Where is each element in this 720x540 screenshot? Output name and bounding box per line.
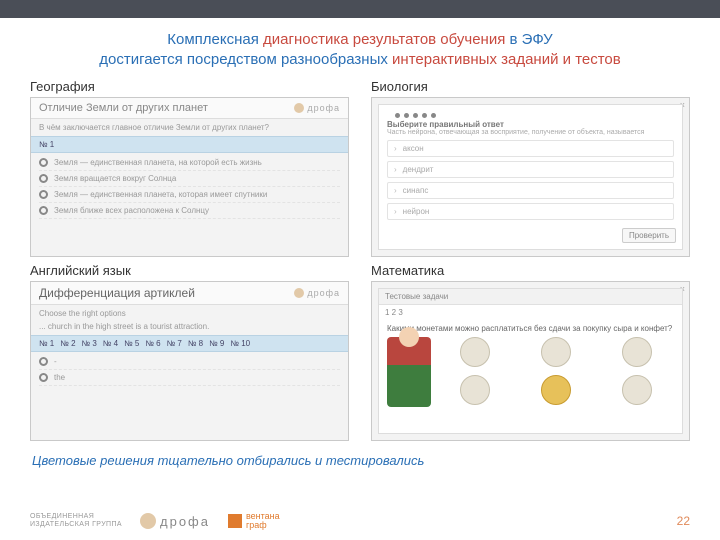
bio-option[interactable]: ›синапс <box>387 182 674 199</box>
eng-tab[interactable]: № 4 <box>103 339 118 348</box>
radio-icon <box>39 206 48 215</box>
title-part: диагностика результатов обучения <box>263 31 509 48</box>
title-part: Комплексная <box>167 31 263 48</box>
eng-cell: Английский язык Дифференциация артиклей … <box>30 263 349 441</box>
radio-icon <box>39 190 48 199</box>
coin-icon[interactable] <box>460 375 490 405</box>
eng-tab[interactable]: № 6 <box>145 339 160 348</box>
radio-icon <box>39 158 48 167</box>
math-top: Тестовые задачи <box>379 289 682 305</box>
bio-label: Биология <box>371 79 690 94</box>
bio-panel: × Выберите правильный ответ Часть нейрон… <box>371 97 690 257</box>
chevron-icon: › <box>394 186 397 195</box>
bio-cell: Биология × Выберите правильный ответ Час… <box>371 79 690 257</box>
top-bar <box>0 0 720 18</box>
bio-body: Выберите правильный ответ Часть нейрона,… <box>378 104 683 250</box>
eng-tab[interactable]: № 3 <box>82 339 97 348</box>
bio-instruction: Выберите правильный ответ <box>387 120 674 129</box>
drofa-brand: дрофа <box>140 513 210 529</box>
title-part: достигается посредством разнообразных <box>99 51 392 68</box>
page-number: 22 <box>677 514 690 528</box>
bio-option[interactable]: ›аксон <box>387 140 674 157</box>
geo-option[interactable]: Земля — единственная планета, которая им… <box>39 187 340 203</box>
coin-icon[interactable] <box>460 337 490 367</box>
geo-header: Отличие Земли от других планет дрофа <box>31 98 348 119</box>
slide-content: Комплексная диагностика результатов обуч… <box>0 18 720 468</box>
geo-question: В чём заключается главное отличие Земли … <box>31 119 348 136</box>
eng-panel: Дифференциация артиклей дрофа Choose the… <box>30 281 349 441</box>
coin-icon[interactable] <box>622 337 652 367</box>
math-body: Тестовые задачи 1 2 3 Какими монетами мо… <box>378 288 683 434</box>
title-part: в ЭФУ <box>510 31 553 48</box>
slide-title: Комплексная диагностика результатов обуч… <box>30 30 690 71</box>
eng-tab[interactable]: № 5 <box>124 339 139 348</box>
drofa-logo: дрофа <box>294 288 340 298</box>
eng-options: - the <box>31 352 348 388</box>
math-nums: 1 2 3 <box>379 305 682 320</box>
geo-options: Земля — единственная планета, на которой… <box>31 153 348 221</box>
eng-tab[interactable]: № 8 <box>188 339 203 348</box>
eng-tab[interactable]: № 2 <box>60 339 75 348</box>
math-question: Какими монетами можно расплатиться без с… <box>379 320 682 337</box>
radio-icon <box>39 357 48 366</box>
drofa-logo: дрофа <box>294 103 340 113</box>
geo-option[interactable]: Земля вращается вокруг Солнца <box>39 171 340 187</box>
eng-tab[interactable]: № 7 <box>167 339 182 348</box>
brand-row: ОБЪЕДИНЕННАЯИЗДАТЕЛЬСКАЯ ГРУППА дрофа ве… <box>30 512 280 530</box>
coin-icon[interactable] <box>541 375 571 405</box>
geo-cell: География Отличие Земли от других планет… <box>30 79 349 257</box>
eng-label: Английский язык <box>30 263 349 278</box>
bio-option[interactable]: ›нейрон <box>387 203 674 220</box>
ventana-brand: вентанаграф <box>228 512 280 530</box>
bio-option[interactable]: ›дендрит <box>387 161 674 178</box>
radio-icon <box>39 373 48 382</box>
eng-tab[interactable]: № 9 <box>209 339 224 348</box>
eng-tab[interactable]: № 10 <box>230 339 250 348</box>
radio-icon <box>39 174 48 183</box>
footer: ОБЪЕДИНЕННАЯИЗДАТЕЛЬСКАЯ ГРУППА дрофа ве… <box>30 512 690 530</box>
bio-progress <box>387 111 674 120</box>
examples-grid: География Отличие Земли от других планет… <box>30 79 690 441</box>
geo-heading: Отличие Земли от других планет <box>39 102 208 114</box>
check-button[interactable]: Проверить <box>622 228 676 243</box>
ventana-icon <box>228 514 242 528</box>
eng-tabs: № 1 № 2 № 3 № 4 № 5 № 6 № 7 № 8 № 9 № 10 <box>31 335 348 352</box>
publisher-label: ОБЪЕДИНЕННАЯИЗДАТЕЛЬСКАЯ ГРУППА <box>30 513 122 528</box>
geo-label: География <box>30 79 349 94</box>
eng-sub: Choose the right options <box>31 305 348 322</box>
eng-header: Дифференциация артиклей дрофа <box>31 282 348 305</box>
bio-subtext: Часть нейрона, отвечающая за восприятие,… <box>387 129 674 136</box>
girl-illustration <box>387 337 431 407</box>
title-part: интерактивных заданий и тестов <box>392 51 621 68</box>
math-area <box>379 337 682 407</box>
coin-icon[interactable] <box>622 375 652 405</box>
coin-icon[interactable] <box>541 337 571 367</box>
eng-option[interactable]: - <box>39 354 340 370</box>
chevron-icon: › <box>394 144 397 153</box>
chevron-icon: › <box>394 207 397 216</box>
coins-grid <box>437 337 674 407</box>
math-cell: Математика × Тестовые задачи 1 2 3 Каким… <box>371 263 690 441</box>
eng-tab[interactable]: № 1 <box>39 339 54 348</box>
geo-tab[interactable]: № 1 <box>31 136 348 153</box>
geo-panel: Отличие Земли от других планет дрофа В ч… <box>30 97 349 257</box>
math-label: Математика <box>371 263 690 278</box>
geo-option[interactable]: Земля ближе всех расположена к Солнцу <box>39 203 340 219</box>
eng-option[interactable]: the <box>39 370 340 386</box>
eng-sentence: ... church in the high street is a touri… <box>31 322 348 335</box>
footnote: Цветовые решения тщательно отбирались и … <box>32 453 688 468</box>
drofa-icon <box>140 513 156 529</box>
math-panel: × Тестовые задачи 1 2 3 Какими монетами … <box>371 281 690 441</box>
chevron-icon: › <box>394 165 397 174</box>
eng-heading: Дифференциация артиклей <box>39 286 195 300</box>
geo-option[interactable]: Земля — единственная планета, на которой… <box>39 155 340 171</box>
